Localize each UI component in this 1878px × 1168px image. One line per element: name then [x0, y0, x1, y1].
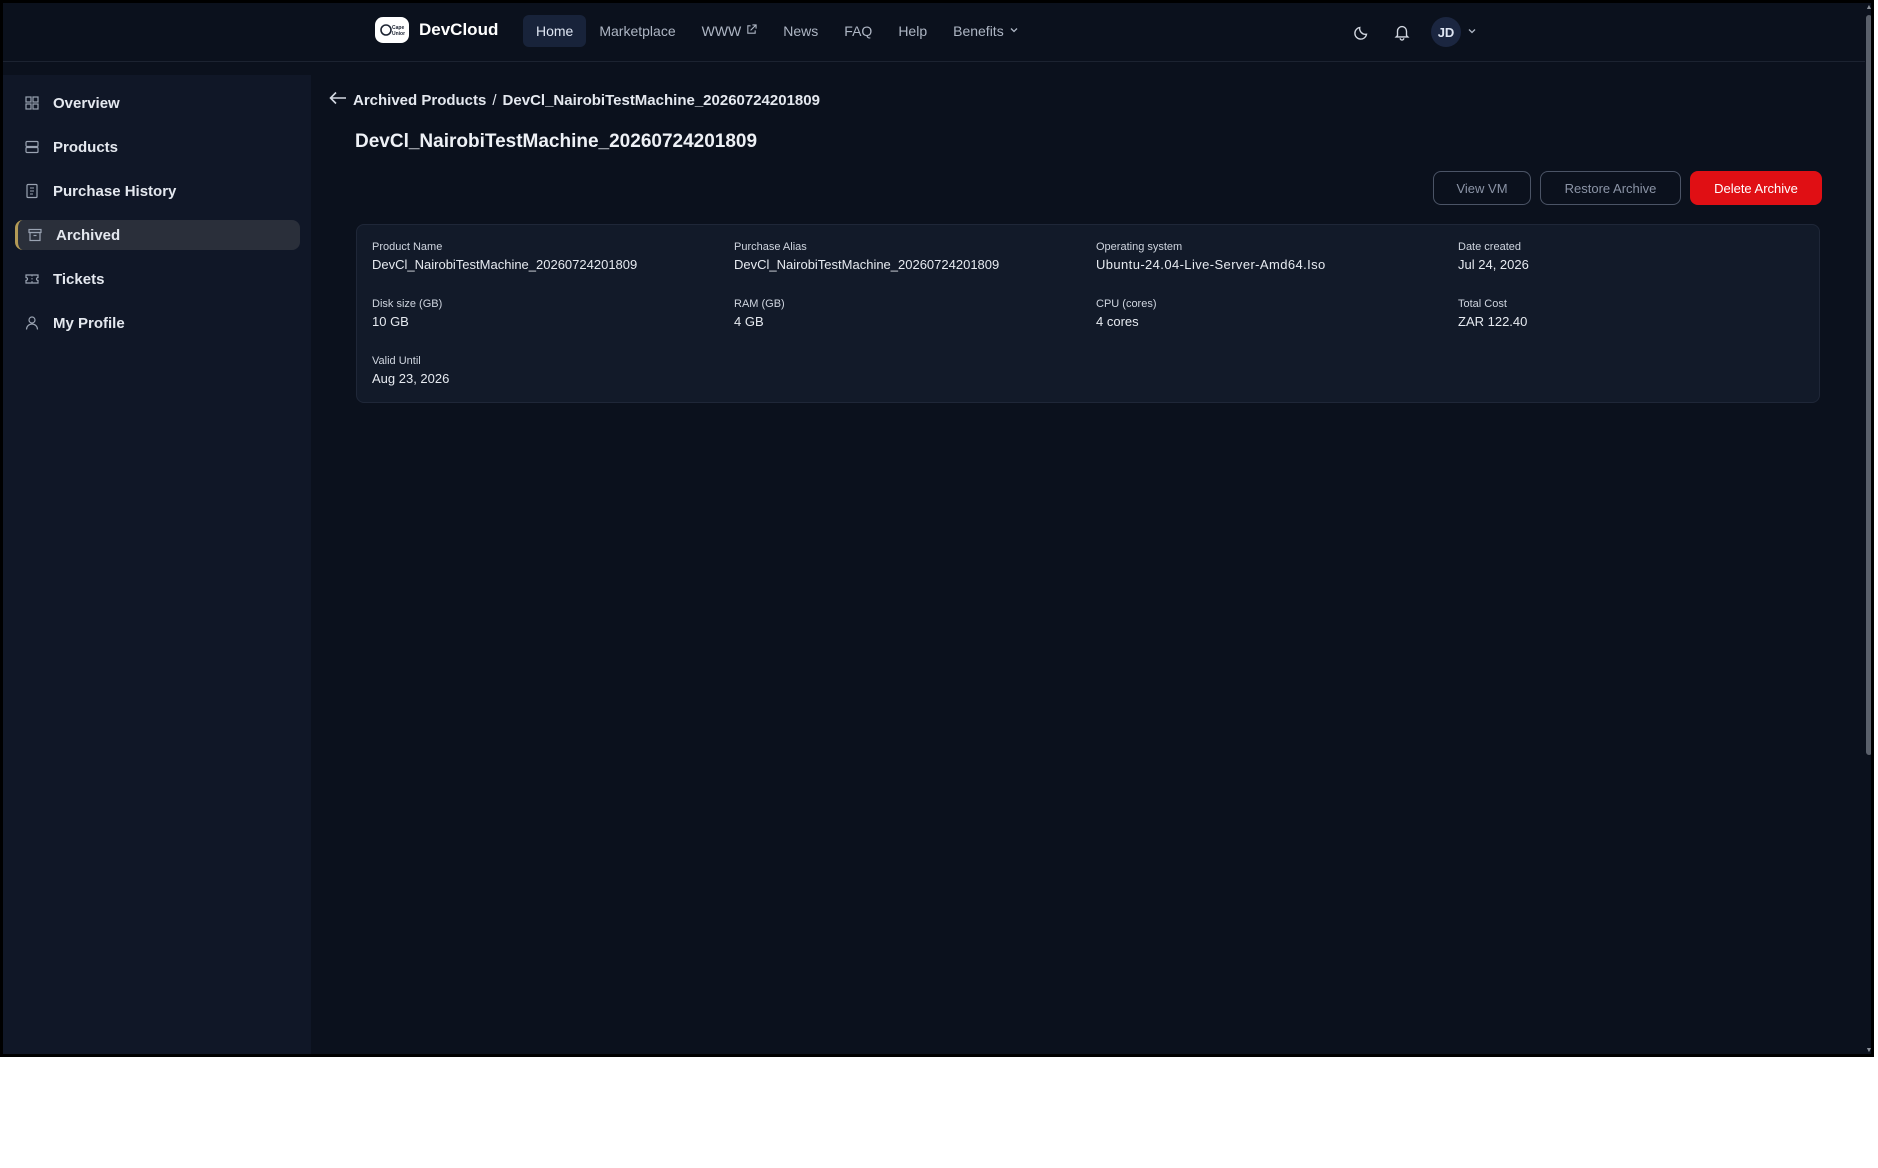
breadcrumb-separator: / — [492, 91, 497, 109]
user-menu[interactable]: JD — [1431, 17, 1477, 47]
sidebar-item-label: Overview — [53, 94, 120, 112]
detail-total-cost: Total Cost ZAR 122.40 — [1458, 298, 1527, 329]
detail-value: DevCl_NairobiTestMachine_20260724201809 — [734, 257, 1000, 272]
svg-text:Union: Union — [392, 31, 405, 37]
nav-marketplace[interactable]: Marketplace — [586, 15, 688, 47]
sidebar-item-my-profile[interactable]: My Profile — [15, 308, 297, 338]
archive-icon — [26, 226, 44, 244]
detail-value: 10 GB — [372, 314, 409, 329]
top-navbar: Cape Union DevCloud Home Marketplace WWW… — [3, 3, 1871, 62]
detail-label: Total Cost — [1458, 298, 1507, 310]
nav-home-label: Home — [536, 23, 574, 39]
detail-label: CPU (cores) — [1096, 298, 1157, 310]
sidebar-item-tickets[interactable]: Tickets — [15, 264, 297, 294]
detail-operating-system: Operating system Ubuntu-24.04-Live-Serve… — [1096, 241, 1326, 272]
ticket-icon — [23, 270, 41, 288]
sidebar-item-label: Products — [53, 138, 119, 156]
detail-label: Purchase Alias — [734, 241, 807, 253]
delete-archive-button[interactable]: Delete Archive — [1690, 171, 1822, 205]
chevron-down-icon — [1467, 23, 1477, 41]
sidebar-item-label: Archived — [56, 226, 121, 244]
detail-value: ZAR 122.40 — [1458, 314, 1528, 329]
nav-faq-label: FAQ — [844, 23, 873, 39]
scrollbar-thumb[interactable] — [1866, 15, 1871, 755]
header-tools: JD — [1351, 17, 1477, 47]
detail-cpu: CPU (cores) 4 cores — [1096, 298, 1157, 329]
external-link-icon — [746, 24, 757, 38]
restore-archive-button[interactable]: Restore Archive — [1540, 171, 1681, 205]
breadcrumb-current: DevCl_NairobiTestMachine_20260724201809 — [502, 91, 820, 109]
detail-value: DevCl_NairobiTestMachine_20260724201809 — [372, 257, 638, 272]
nav-www[interactable]: WWW — [689, 15, 771, 47]
scroll-up-icon[interactable]: ▲ — [1865, 4, 1871, 12]
nav-news[interactable]: News — [770, 15, 831, 47]
server-icon — [23, 138, 41, 156]
sidebar-item-archived[interactable]: Archived — [15, 220, 300, 250]
nav-benefits[interactable]: Benefits — [940, 15, 1032, 47]
archive-details-card: Product Name DevCl_NairobiTestMachine_20… — [356, 224, 1820, 403]
detail-label: Product Name — [372, 241, 443, 253]
nav-news-label: News — [783, 23, 819, 39]
detail-value: Aug 23, 2026 — [372, 371, 450, 386]
detail-value: Jul 24, 2026 — [1458, 257, 1529, 272]
detail-value: Ubuntu-24.04-Live-Server-Amd64.Iso — [1096, 257, 1326, 272]
breadcrumb-parent-link[interactable]: Archived Products — [353, 92, 486, 109]
nav-benefits-label: Benefits — [953, 23, 1004, 39]
detail-value: 4 cores — [1096, 314, 1139, 329]
app-name: DevCloud — [419, 20, 499, 39]
detail-product-name: Product Name DevCl_NairobiTestMachine_20… — [372, 241, 637, 272]
brand-logo[interactable]: Cape Union DevCloud — [375, 17, 498, 43]
moon-icon[interactable] — [1351, 21, 1373, 43]
scroll-down-icon[interactable]: ▼ — [1865, 1047, 1871, 1054]
detail-valid-until: Valid Until Aug 23, 2026 — [372, 355, 449, 386]
sidebar-item-label: Tickets — [53, 270, 105, 288]
back-arrow-icon[interactable] — [329, 91, 347, 109]
detail-label: Operating system — [1096, 241, 1183, 253]
nav-www-label: WWW — [701, 23, 742, 39]
sidebar-item-purchase-history[interactable]: Purchase History — [15, 176, 297, 206]
avatar: JD — [1431, 17, 1461, 47]
detail-label: Disk size (GB) — [372, 298, 443, 310]
sidebar: Overview Products Purchase History Archi… — [3, 75, 311, 1054]
detail-ram: RAM (GB) 4 GB — [734, 298, 785, 329]
detail-label: RAM (GB) — [734, 298, 785, 310]
bell-icon[interactable] — [1391, 21, 1413, 43]
grid-icon — [23, 94, 41, 112]
detail-label: Valid Until — [372, 355, 421, 367]
detail-disk-size: Disk size (GB) 10 GB — [372, 298, 442, 329]
detail-value: 4 GB — [734, 314, 764, 329]
chevron-down-icon — [1009, 25, 1019, 38]
vertical-scrollbar[interactable]: ▲ ▼ — [1865, 3, 1871, 1054]
nav-help[interactable]: Help — [885, 15, 940, 47]
detail-purchase-alias: Purchase Alias DevCl_NairobiTestMachine_… — [734, 241, 999, 272]
nav-help-label: Help — [898, 23, 928, 39]
nav-faq[interactable]: FAQ — [831, 15, 885, 47]
logo-icon: Cape Union — [375, 17, 409, 43]
sidebar-item-label: Purchase History — [53, 182, 177, 200]
nav-marketplace-label: Marketplace — [599, 23, 676, 39]
app-window: Cape Union DevCloud Home Marketplace WWW… — [0, 0, 1874, 1057]
page-title: DevCl_NairobiTestMachine_20260724201809 — [355, 131, 758, 152]
detail-label: Date created — [1458, 241, 1521, 253]
sidebar-item-products[interactable]: Products — [15, 132, 297, 162]
user-icon — [23, 314, 41, 332]
breadcrumb: Archived Products / DevCl_NairobiTestMac… — [329, 91, 820, 109]
sidebar-item-label: My Profile — [53, 314, 125, 332]
sidebar-item-overview[interactable]: Overview — [15, 88, 297, 118]
receipt-icon — [23, 182, 41, 200]
nav-home[interactable]: Home — [523, 15, 587, 47]
main-nav: Home Marketplace WWW News FAQ Help Benef… — [523, 15, 1032, 47]
view-vm-button[interactable]: View VM — [1433, 171, 1531, 205]
detail-date-created: Date created Jul 24, 2026 — [1458, 241, 1529, 272]
